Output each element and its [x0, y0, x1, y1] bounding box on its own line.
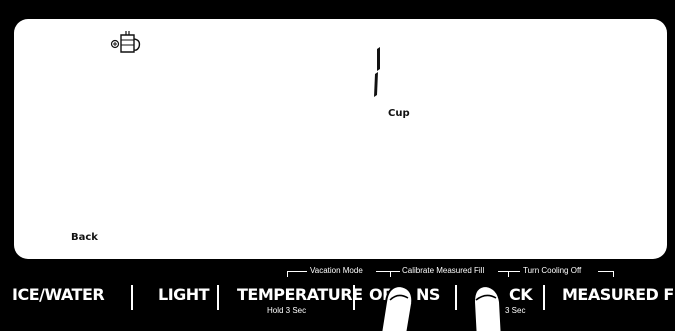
light-button[interactable]: LIGHT	[158, 285, 210, 304]
ice-water-button[interactable]: ICE/WATER	[12, 285, 105, 304]
divider	[353, 285, 355, 310]
hint-bracket	[498, 271, 508, 272]
hint-bracket	[376, 271, 390, 272]
finger-pointer-icon	[472, 284, 503, 331]
turn-cooling-off-hint: Turn Cooling Off	[523, 266, 582, 275]
hint-bracket	[613, 271, 614, 277]
display-screen: 1 Cup Back	[14, 19, 667, 259]
calibrate-hint: Calibrate Measured Fill	[402, 266, 485, 275]
display-digit	[374, 47, 380, 97]
hint-bracket	[598, 271, 614, 272]
divider	[217, 285, 219, 310]
divider	[131, 285, 133, 310]
divider	[543, 285, 545, 310]
hint-bracket	[390, 271, 400, 272]
vacation-mode-hint: Vacation Mode	[310, 266, 363, 275]
hint-bracket	[287, 271, 307, 272]
divider	[455, 285, 457, 310]
finger-pointer-icon	[380, 284, 414, 331]
temperature-button[interactable]: TEMPERATURE	[237, 285, 363, 304]
hint-bracket	[508, 271, 520, 272]
back-label: Back	[71, 232, 98, 243]
unit-label: Cup	[388, 108, 410, 119]
measured-fill-pitcher-icon	[110, 31, 141, 53]
temperature-hold-label: Hold 3 Sec	[267, 306, 307, 315]
measured-fill-button[interactable]: MEASURED FILL	[562, 285, 675, 304]
